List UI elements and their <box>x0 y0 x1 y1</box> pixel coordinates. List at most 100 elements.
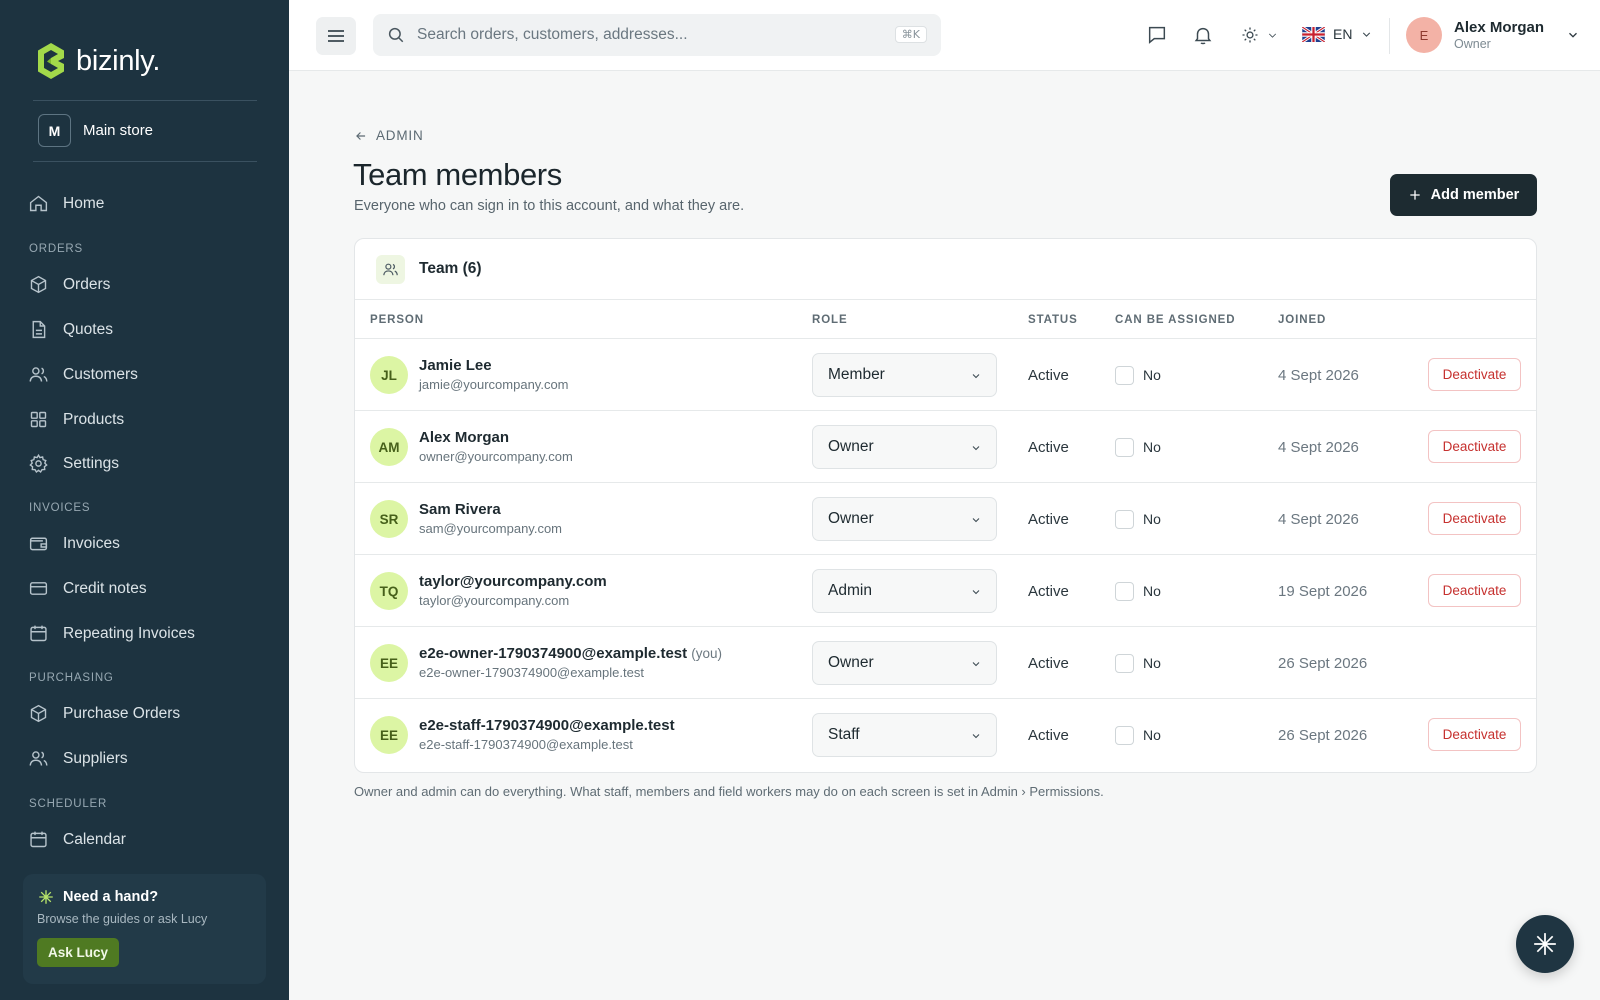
users-icon <box>29 751 48 766</box>
role-value: Owner <box>828 654 874 671</box>
document-icon <box>32 320 46 339</box>
nav-section-invoices: INVOICES <box>29 502 91 514</box>
theme-toggle[interactable] <box>1240 25 1279 45</box>
nav-section-purchasing: PURCHASING <box>29 672 114 684</box>
assignable-checkbox[interactable] <box>1115 366 1134 385</box>
assignable-checkbox[interactable] <box>1115 438 1134 457</box>
assignable-checkbox[interactable] <box>1115 654 1134 673</box>
role-select[interactable]: Admin <box>812 569 997 613</box>
add-member-label: Add member <box>1430 187 1520 203</box>
table-row: EE e2e-staff-1790374900@example.test e2e… <box>355 699 1536 771</box>
plus-icon <box>1410 190 1420 200</box>
status-text: Active <box>1028 439 1069 456</box>
hamburger-icon <box>328 30 344 42</box>
card-icon <box>29 582 48 595</box>
sparkle-icon <box>39 890 53 904</box>
status-text: Active <box>1028 727 1069 744</box>
assistant-fab[interactable] <box>1516 915 1574 973</box>
sidebar-item-label: Repeating Invoices <box>63 624 195 642</box>
help-title-text: Need a hand? <box>63 889 159 905</box>
language-code: EN <box>1333 26 1353 42</box>
breadcrumb-label: ADMIN <box>376 128 424 143</box>
user-menu[interactable]: E Alex Morgan Owner <box>1406 17 1580 53</box>
assignable-checkbox[interactable] <box>1115 726 1134 745</box>
users-icon <box>29 367 48 382</box>
sidebar-item-invoices[interactable]: Invoices <box>28 533 120 554</box>
joined-date: 19 Sept 2026 <box>1278 583 1368 600</box>
chevron-down-icon <box>1268 33 1277 38</box>
assignable-label: No <box>1143 727 1161 743</box>
avatar: TQ <box>370 572 408 610</box>
deactivate-button[interactable]: Deactivate <box>1428 502 1521 535</box>
assignable-checkbox[interactable] <box>1115 510 1134 529</box>
chevron-down-icon <box>972 374 980 379</box>
topbar-divider <box>1389 18 1390 54</box>
language-selector[interactable]: EN <box>1302 26 1373 42</box>
assignable-checkbox[interactable] <box>1115 582 1134 601</box>
sparkle-icon <box>1534 933 1556 955</box>
sidebar-item-suppliers[interactable]: Suppliers <box>28 748 128 769</box>
sidebar-item-repeating-invoices[interactable]: Repeating Invoices <box>28 623 195 644</box>
member-name: Alex Morgan <box>419 429 509 446</box>
page-title: Team members <box>353 157 562 192</box>
member-email: sam@yourcompany.com <box>419 521 562 536</box>
store-switcher[interactable]: M Main store <box>38 114 153 147</box>
menu-toggle-button[interactable] <box>316 17 356 55</box>
sidebar-item-products[interactable]: Products <box>28 409 124 430</box>
search-icon <box>388 27 404 43</box>
brand-logo[interactable]: bizinly. <box>36 42 160 80</box>
member-name: e2e-owner-1790374900@example.test (you) <box>419 645 722 662</box>
messages-button[interactable] <box>1146 24 1168 51</box>
permissions-footnote: Owner and admin can do everything. What … <box>354 784 1104 799</box>
role-select[interactable]: Member <box>812 353 997 397</box>
status-text: Active <box>1028 655 1069 672</box>
add-member-button[interactable]: Add member <box>1390 174 1537 216</box>
member-email: jamie@yourcompany.com <box>419 377 569 392</box>
role-value: Member <box>828 366 885 383</box>
member-email: e2e-owner-1790374900@example.test <box>419 665 644 680</box>
help-subtitle: Browse the guides or ask Lucy <box>37 912 208 926</box>
page-subtitle: Everyone who can sign in to this account… <box>354 198 745 214</box>
sidebar-item-label: Calendar <box>63 830 126 848</box>
assignable-label: No <box>1143 511 1161 527</box>
calendar-icon <box>30 625 47 642</box>
avatar: EE <box>370 716 408 754</box>
store-badge: M <box>38 114 71 147</box>
deactivate-button[interactable]: Deactivate <box>1428 358 1521 391</box>
member-name-text: taylor@yourcompany.com <box>419 573 607 590</box>
box-icon <box>30 704 47 723</box>
breadcrumb[interactable]: ADMIN <box>354 128 424 143</box>
store-label: Main store <box>83 122 154 139</box>
table-row: JL Jamie Lee jamie@yourcompany.com Membe… <box>355 339 1536 411</box>
chat-icon <box>1148 26 1166 44</box>
role-select[interactable]: Owner <box>812 641 997 685</box>
status-text: Active <box>1028 367 1069 384</box>
user-role: Owner <box>1454 37 1491 51</box>
notifications-button[interactable] <box>1192 24 1214 51</box>
deactivate-button[interactable]: Deactivate <box>1428 718 1521 751</box>
brand-mark-icon <box>38 43 64 79</box>
sidebar-item-credit-notes[interactable]: Credit notes <box>28 578 147 599</box>
ask-lucy-button[interactable]: Ask Lucy <box>37 938 120 967</box>
avatar: SR <box>370 500 408 538</box>
sidebar-item-label: Quotes <box>63 320 113 338</box>
search-bar[interactable]: ⌘K <box>373 14 941 56</box>
sidebar-item-orders[interactable]: Orders <box>28 274 110 295</box>
role-select[interactable]: Owner <box>812 497 997 541</box>
sidebar-item-home[interactable]: Home <box>28 193 104 214</box>
deactivate-button[interactable]: Deactivate <box>1428 430 1521 463</box>
sidebar-item-customers[interactable]: Customers <box>28 364 138 385</box>
deactivate-button[interactable]: Deactivate <box>1428 574 1521 607</box>
role-select[interactable]: Owner <box>812 425 997 469</box>
sidebar-item-purchase-orders[interactable]: Purchase Orders <box>28 703 180 724</box>
sidebar-divider <box>33 100 257 101</box>
search-input[interactable] <box>417 26 877 44</box>
role-select[interactable]: Staff <box>812 713 997 757</box>
bell-icon <box>1194 27 1212 45</box>
sidebar-item-settings[interactable]: Settings <box>28 453 119 474</box>
sidebar-item-quotes[interactable]: Quotes <box>28 319 113 340</box>
assignable-label: No <box>1143 583 1161 599</box>
chevron-down-icon <box>972 734 980 739</box>
member-name-text: Jamie Lee <box>419 357 492 374</box>
sidebar-item-calendar[interactable]: Calendar <box>28 829 126 850</box>
